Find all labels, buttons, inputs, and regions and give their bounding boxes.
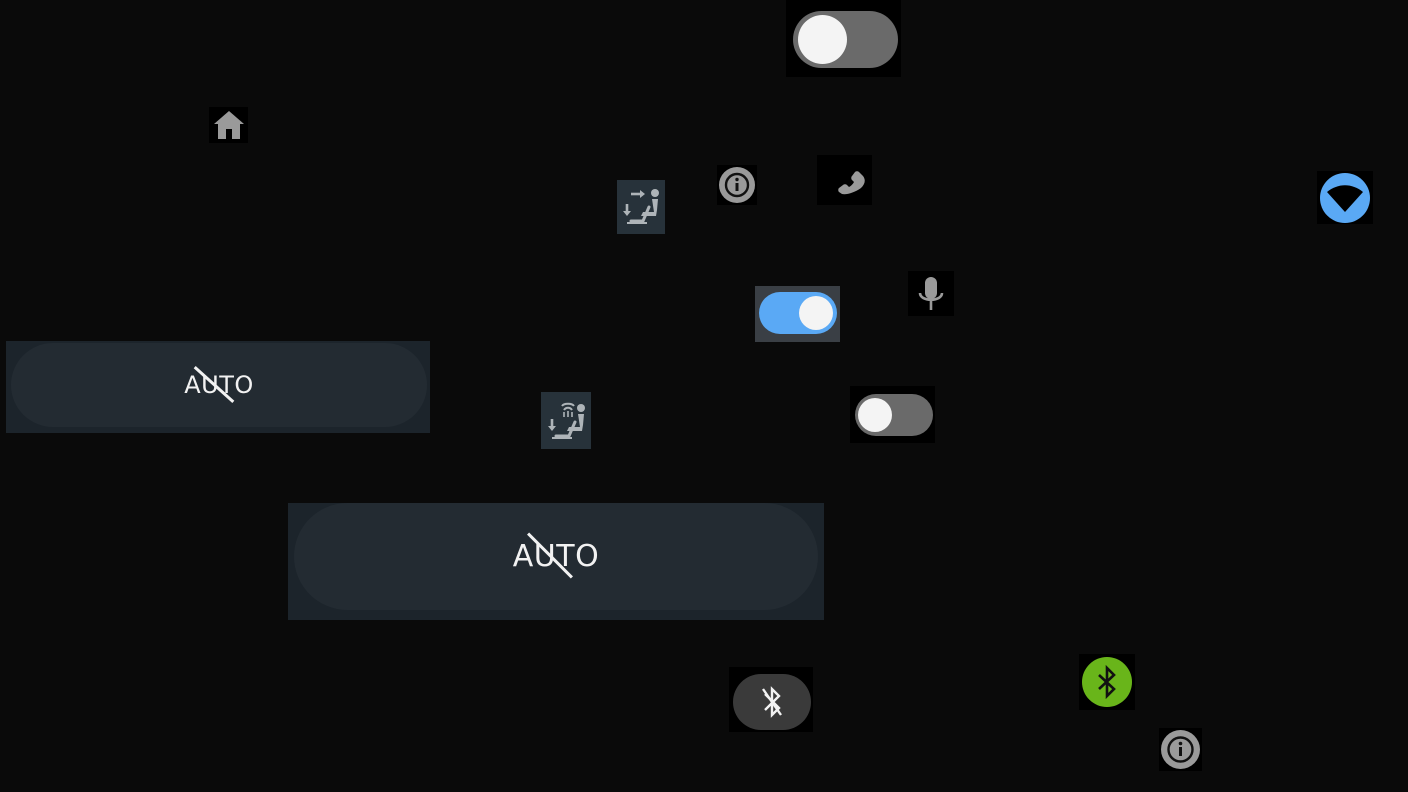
seat-heat-icon	[548, 402, 585, 439]
info-icon	[1161, 730, 1200, 769]
toggle-top[interactable]	[793, 11, 898, 68]
bluetooth-off-button[interactable]	[733, 674, 811, 730]
auto-left-panel: AUTO	[6, 341, 430, 433]
toggle-lower-knob	[858, 398, 892, 432]
phone-icon	[837, 171, 865, 195]
auto-left-label: AUTO	[184, 371, 254, 399]
info-button-top[interactable]	[717, 165, 757, 205]
home-icon	[213, 111, 244, 139]
toggle-mid-container	[755, 286, 840, 342]
toggle-mid[interactable]	[759, 292, 837, 334]
toggle-mid-knob	[799, 296, 833, 330]
auto-left-label-wrap: AUTO	[184, 365, 254, 404]
seat-airflow-icon	[623, 189, 659, 224]
auto-center-label: AUTO	[512, 538, 600, 574]
auto-center-button[interactable]: AUTO	[294, 503, 818, 610]
microphone-button[interactable]	[908, 271, 954, 316]
bluetooth-on-button[interactable]	[1079, 654, 1135, 710]
seat-airflow-button[interactable]	[617, 180, 665, 234]
info-button-bottom[interactable]	[1159, 728, 1202, 771]
toggle-lower[interactable]	[855, 394, 933, 436]
auto-center-label-wrap: AUTO	[512, 532, 600, 578]
bluetooth-off-container	[729, 667, 813, 732]
home-button[interactable]	[209, 107, 248, 143]
toggle-lower-container	[850, 386, 935, 443]
auto-center-panel: AUTO	[288, 503, 824, 620]
info-icon	[719, 167, 755, 203]
bluetooth-on-icon	[1082, 657, 1132, 707]
wifi-icon	[1320, 172, 1370, 223]
bluetooth-off-icon	[762, 686, 782, 718]
phone-button[interactable]	[817, 155, 872, 205]
wifi-button[interactable]	[1317, 171, 1373, 224]
toggle-top-knob	[798, 15, 847, 64]
toggle-top-container	[786, 0, 901, 77]
microphone-icon	[918, 276, 944, 310]
seat-heat-button[interactable]	[541, 392, 591, 449]
auto-left-button[interactable]: AUTO	[11, 343, 427, 427]
